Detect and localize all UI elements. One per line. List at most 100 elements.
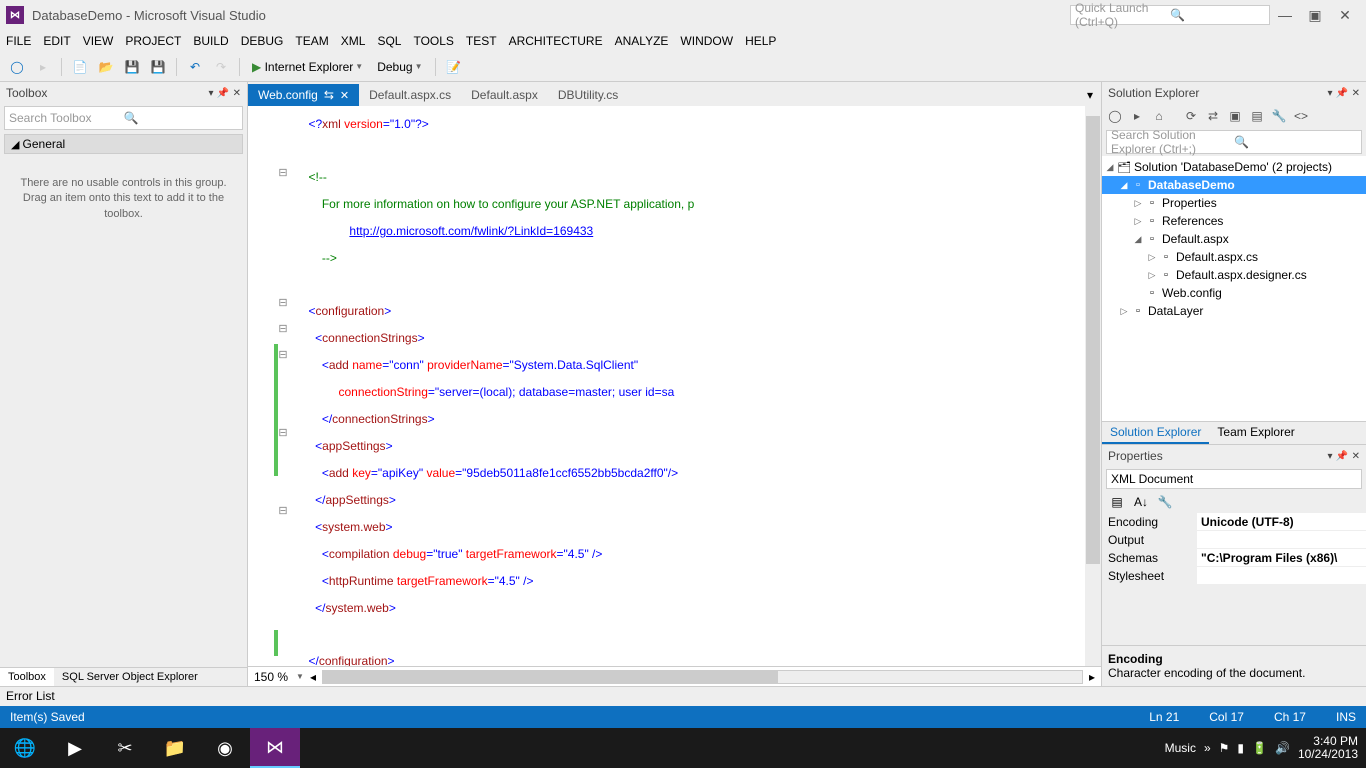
prop-value[interactable]: Unicode (UTF-8) — [1197, 513, 1366, 530]
start-debug-button[interactable]: ▶ Internet Explorer ▼ — [247, 56, 368, 78]
menu-architecture[interactable]: ARCHITECTURE — [509, 34, 603, 48]
solution-tree[interactable]: ◢ 🗂 Solution 'DatabaseDemo' (2 projects)… — [1102, 156, 1366, 421]
tree-node[interactable]: ◢▫Default.aspx — [1102, 230, 1366, 248]
property-row[interactable]: Schemas"C:\Program Files (x86)\ — [1102, 549, 1366, 567]
se-search-input[interactable]: Search Solution Explorer (Ctrl+;) 🔍 — [1106, 130, 1362, 154]
taskbar-explorer-icon[interactable]: 📁 — [150, 728, 200, 768]
expand-icon[interactable]: ▷ — [1118, 306, 1130, 317]
tab-dbutility-cs[interactable]: DBUtility.cs — [548, 84, 628, 106]
property-row[interactable]: Stylesheet — [1102, 567, 1366, 585]
menu-build[interactable]: BUILD — [193, 34, 228, 48]
toolbox-group-general[interactable]: ◢ General — [4, 134, 243, 154]
close-icon[interactable]: ✕ — [1352, 88, 1360, 99]
tree-node[interactable]: ◢▫DatabaseDemo — [1102, 176, 1366, 194]
tree-node[interactable]: ▷▫References — [1102, 212, 1366, 230]
close-icon[interactable]: ✕ — [1352, 451, 1360, 462]
menu-analyze[interactable]: ANALYZE — [615, 34, 669, 48]
menu-project[interactable]: PROJECT — [125, 34, 181, 48]
minimize-button[interactable]: — — [1270, 7, 1300, 23]
toolbox-search-input[interactable]: Search Toolbox 🔍 — [4, 106, 243, 130]
taskbar-chrome-icon[interactable]: ◉ — [200, 728, 250, 768]
taskbar-ie-icon[interactable]: 🌐 — [0, 728, 50, 768]
alphabetical-icon[interactable]: A↓ — [1130, 491, 1152, 513]
tray-clock[interactable]: 3:40 PM 10/24/2013 — [1298, 735, 1358, 761]
tree-node[interactable]: ▷▫Default.aspx.cs — [1102, 248, 1366, 266]
wrench-icon[interactable]: 🔧 — [1154, 491, 1176, 513]
pin-icon[interactable]: 📌 — [1336, 451, 1348, 462]
hscroll-right-icon[interactable]: ▸ — [1089, 670, 1095, 684]
tab-webconfig[interactable]: Web.config ⇆ ✕ — [248, 84, 359, 106]
error-list-tab[interactable]: Error List — [0, 686, 1366, 706]
pin-icon[interactable]: 📌 — [217, 88, 229, 99]
dropdown-icon[interactable]: ▾ — [1327, 88, 1332, 99]
expand-icon[interactable]: ▷ — [1146, 270, 1158, 281]
tab-default-aspx-cs[interactable]: Default.aspx.cs — [359, 84, 461, 106]
xml-tool-icon[interactable]: 📝 — [443, 56, 465, 78]
menu-tools[interactable]: TOOLS — [413, 34, 453, 48]
chevron-down-icon[interactable]: ▼ — [296, 672, 304, 681]
tree-node[interactable]: ▷▫Default.aspx.designer.cs — [1102, 266, 1366, 284]
prop-value[interactable] — [1197, 531, 1366, 548]
nav-fwd-icon[interactable]: ▸ — [32, 56, 54, 78]
pin-icon[interactable]: 📌 — [1336, 88, 1348, 99]
properties-selector[interactable]: XML Document — [1106, 469, 1362, 489]
se-fwd-icon[interactable]: ▸ — [1128, 107, 1146, 125]
expand-icon[interactable]: ◢ — [1118, 180, 1130, 191]
taskbar-media-icon[interactable]: ▶ — [50, 728, 100, 768]
taskbar-vs-icon[interactable]: ⋈ — [250, 728, 300, 768]
properties-grid[interactable]: EncodingUnicode (UTF-8)OutputSchemas"C:\… — [1102, 513, 1366, 585]
se-home-icon[interactable]: ⌂ — [1150, 107, 1168, 125]
new-project-icon[interactable]: 📄 — [69, 56, 91, 78]
property-row[interactable]: EncodingUnicode (UTF-8) — [1102, 513, 1366, 531]
menu-sql[interactable]: SQL — [377, 34, 401, 48]
tab-default-aspx[interactable]: Default.aspx — [461, 84, 548, 106]
quick-launch-input[interactable]: Quick Launch (Ctrl+Q) 🔍 — [1070, 5, 1270, 25]
tray-volume-icon[interactable]: 🔊 — [1275, 741, 1290, 755]
tree-node[interactable]: ▫Web.config — [1102, 284, 1366, 302]
menu-view[interactable]: VIEW — [83, 34, 114, 48]
config-select[interactable]: Debug ▼ — [372, 56, 427, 78]
close-icon[interactable]: ✕ — [233, 88, 241, 99]
menu-test[interactable]: TEST — [466, 34, 497, 48]
se-preview-icon[interactable]: <> — [1292, 107, 1310, 125]
tree-solution-root[interactable]: ◢ 🗂 Solution 'DatabaseDemo' (2 projects) — [1102, 158, 1366, 176]
close-icon[interactable]: ✕ — [340, 89, 349, 102]
prop-value[interactable] — [1197, 567, 1366, 584]
nav-back-icon[interactable]: ◯ — [6, 56, 28, 78]
se-collapse-icon[interactable]: ▣ — [1226, 107, 1244, 125]
property-row[interactable]: Output — [1102, 531, 1366, 549]
tray-network-icon[interactable]: ▮ — [1237, 741, 1244, 755]
tab-solution-explorer[interactable]: Solution Explorer — [1102, 422, 1209, 444]
expand-icon[interactable]: ◢ — [1104, 162, 1116, 173]
save-icon[interactable]: 💾 — [121, 56, 143, 78]
tray-power-icon[interactable]: 🔋 — [1252, 741, 1267, 755]
menu-help[interactable]: HELP — [745, 34, 776, 48]
menu-file[interactable]: FILE — [6, 34, 31, 48]
se-refresh-icon[interactable]: ⟳ — [1182, 107, 1200, 125]
system-tray[interactable]: Music » ⚑ ▮ 🔋 🔊 3:40 PM 10/24/2013 — [1165, 735, 1366, 761]
expand-icon[interactable]: ▷ — [1146, 252, 1158, 263]
undo-icon[interactable]: ↶ — [184, 56, 206, 78]
save-all-icon[interactable]: 💾 — [147, 56, 169, 78]
dropdown-icon[interactable]: ▾ — [208, 88, 213, 99]
maximize-button[interactable]: ▣ — [1300, 7, 1330, 24]
se-showall-icon[interactable]: ▤ — [1248, 107, 1266, 125]
menu-debug[interactable]: DEBUG — [241, 34, 284, 48]
menu-xml[interactable]: XML — [341, 34, 366, 48]
menu-window[interactable]: WINDOW — [680, 34, 733, 48]
redo-icon[interactable]: ↷ — [210, 56, 232, 78]
se-back-icon[interactable]: ◯ — [1106, 107, 1124, 125]
tree-node[interactable]: ▷▫DataLayer — [1102, 302, 1366, 320]
menu-team[interactable]: TEAM — [295, 34, 328, 48]
expand-icon[interactable]: ▷ — [1132, 198, 1144, 209]
zoom-level[interactable]: 150 % — [254, 670, 288, 684]
tray-flag-icon[interactable]: ⚑ — [1219, 741, 1230, 755]
close-button[interactable]: ✕ — [1330, 7, 1360, 24]
open-file-icon[interactable]: 📂 — [95, 56, 117, 78]
horizontal-scrollbar[interactable] — [322, 670, 1083, 684]
code-editor[interactable]: ⊟ ⊟ ⊟ ⊟ ⊟ ⊟ <?xml version="1.0"?> <!-- F… — [248, 106, 1101, 666]
tray-chevron-icon[interactable]: » — [1204, 741, 1211, 755]
tabs-dropdown-icon[interactable]: ▾ — [1079, 84, 1101, 106]
menu-edit[interactable]: EDIT — [43, 34, 70, 48]
se-sync-icon[interactable]: ⇄ — [1204, 107, 1222, 125]
